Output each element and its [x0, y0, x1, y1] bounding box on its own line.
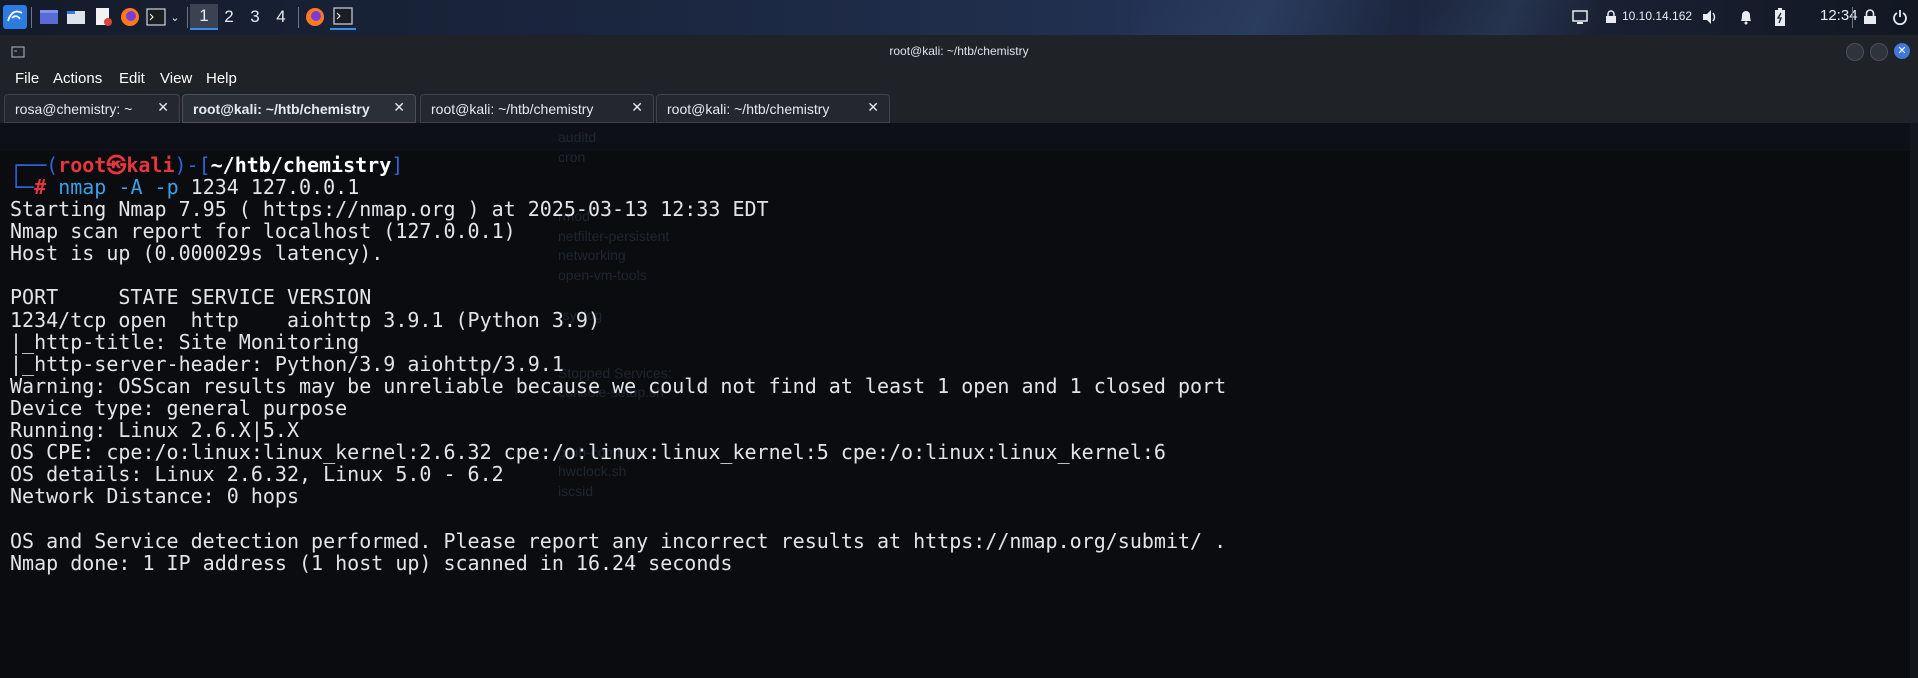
- ghost-service-item: netfilter-persistent: [558, 228, 670, 244]
- tab-bar: rosa@chemistry: ~ ✕ root@kali: ~/htb/che…: [0, 93, 1918, 123]
- bell-icon[interactable]: [1736, 4, 1756, 30]
- terminal-icon[interactable]: [145, 4, 167, 30]
- workspace-3[interactable]: 3: [241, 4, 269, 30]
- tab-label: root@kali: ~/htb/chemistry: [431, 101, 594, 117]
- taskbar-terminal-icon[interactable]: [330, 4, 356, 30]
- file-manager-icon[interactable]: [64, 4, 88, 30]
- background-ghost-bar: [0, 123, 1918, 151]
- ghost-service-item: auditd: [558, 129, 597, 145]
- tab-root-kali-1[interactable]: root@kali: ~/htb/chemistry ✕: [182, 94, 416, 123]
- menu-help[interactable]: Help: [206, 70, 237, 87]
- terminal-output-line: Host is up (0.000029s latency).: [10, 241, 384, 266]
- menu-view[interactable]: View: [160, 70, 192, 87]
- window-titlebar[interactable]: root@kali: ~/htb/chemistry ✕: [0, 35, 1918, 67]
- ghost-service-item: cron: [558, 149, 586, 165]
- minimize-button[interactable]: [1846, 43, 1864, 61]
- tab-close-icon[interactable]: ✕: [867, 99, 879, 116]
- vpn-ip-address: 10.10.14.162: [1622, 9, 1693, 23]
- terminal-view[interactable]: auditd cron rmod netfilter-persistent networ…: [0, 123, 1918, 678]
- close-button[interactable]: ✕: [1894, 43, 1910, 59]
- volume-icon[interactable]: [1700, 4, 1720, 30]
- battery-icon[interactable]: [1772, 4, 1788, 30]
- tab-label: root@kali: ~/htb/chemistry: [193, 101, 370, 117]
- ghost-service-item: iscsid: [558, 483, 594, 499]
- text-editor-icon[interactable]: [91, 4, 115, 30]
- workspace-2[interactable]: 2: [215, 4, 243, 30]
- kali-menu-icon[interactable]: [2, 4, 28, 30]
- terminal-scrollbar[interactable]: [1910, 123, 1918, 678]
- tab-root-kali-3[interactable]: root@kali: ~/htb/chemistry ✕: [656, 94, 890, 123]
- tab-close-icon[interactable]: ✕: [631, 99, 643, 116]
- desktop-icon[interactable]: [37, 4, 61, 30]
- tab-root-kali-2[interactable]: root@kali: ~/htb/chemistry ✕: [420, 94, 654, 123]
- prompt-frame: ]: [391, 153, 404, 177]
- terminal-output-line: Nmap done: 1 IP address (1 host up) scan…: [10, 550, 733, 575]
- monitor-icon[interactable]: [1570, 4, 1590, 30]
- lock-icon[interactable]: [1860, 4, 1880, 30]
- workspace-4[interactable]: 4: [267, 4, 295, 30]
- taskbar-firefox-icon[interactable]: [302, 4, 328, 30]
- power-icon[interactable]: [1890, 4, 1910, 30]
- top-panel: ⌄ 1 2 3 4 10.10.14.162 12:34: [0, 0, 1918, 35]
- workspace-1[interactable]: 1: [190, 4, 218, 30]
- firefox-icon[interactable]: [118, 4, 142, 30]
- vpn-icon: [1603, 4, 1619, 30]
- terminal-output-line: Network Distance: 0 hops: [10, 484, 299, 509]
- menubar: File Actions Edit View Help: [0, 67, 1918, 93]
- maximize-button[interactable]: [1870, 43, 1888, 61]
- tab-rosa-chemistry[interactable]: rosa@chemistry: ~ ✕: [4, 94, 180, 123]
- ghost-service-item: open-vm-tools: [558, 267, 647, 283]
- chevron-down-icon[interactable]: ⌄: [168, 4, 182, 30]
- menu-file[interactable]: File: [15, 70, 39, 87]
- menu-edit[interactable]: Edit: [119, 70, 145, 87]
- tab-label: root@kali: ~/htb/chemistry: [667, 101, 830, 117]
- window-title: root@kali: ~/htb/chemistry: [889, 44, 1029, 58]
- menu-actions[interactable]: Actions: [53, 70, 102, 87]
- tab-label: rosa@chemistry: ~: [15, 101, 133, 117]
- ghost-service-item: networking: [558, 247, 626, 263]
- tab-close-icon[interactable]: ✕: [157, 99, 169, 116]
- tab-close-icon[interactable]: ✕: [393, 99, 405, 116]
